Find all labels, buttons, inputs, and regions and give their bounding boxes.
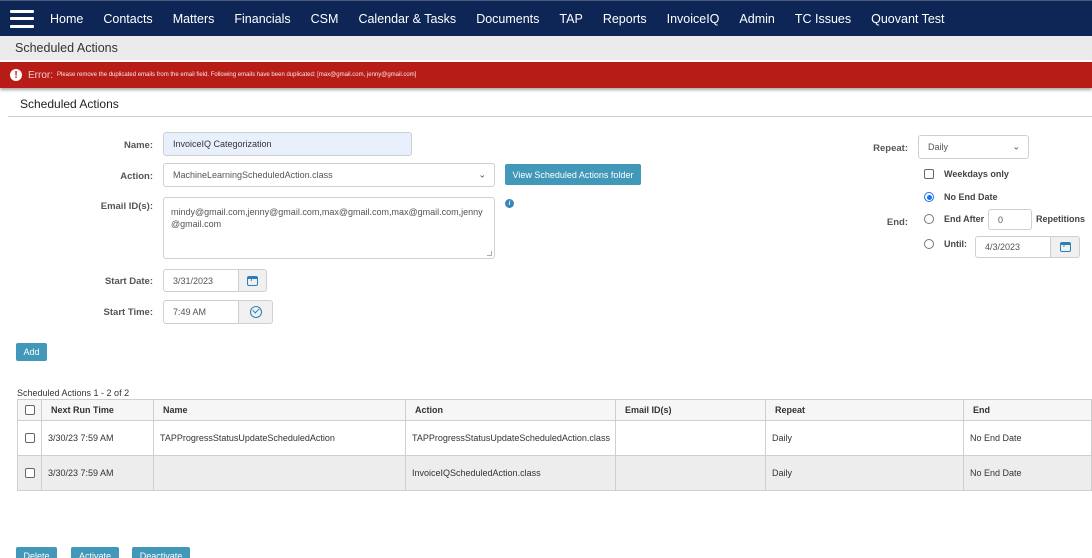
column-header-end[interactable]: End [963, 399, 1092, 421]
start-time-picker-button[interactable] [239, 300, 273, 324]
nav-csm[interactable]: CSM [311, 12, 339, 26]
scheduled-actions-table: Next Run Time Name Action Email ID(s) Re… [17, 399, 1092, 491]
activate-button[interactable]: Activate [71, 547, 119, 558]
column-header-email-ids[interactable]: Email ID(s) [615, 399, 766, 421]
table-caption: Scheduled Actions 1 - 2 of 2 [17, 388, 130, 398]
breadcrumb: Scheduled Actions [0, 36, 1092, 60]
column-header-action[interactable]: Action [405, 399, 616, 421]
repeat-select[interactable]: Daily ⌄ [918, 135, 1029, 159]
end-label: End: [886, 217, 908, 228]
column-header-repeat[interactable]: Repeat [765, 399, 964, 421]
cell-end: No End Date [963, 455, 1092, 491]
table-row[interactable]: 3/30/23 7:59 AM InvoiceIQScheduledAction… [17, 455, 1092, 491]
error-message: Please remove the duplicated emails from… [57, 72, 417, 78]
calendar-icon [1059, 242, 1071, 252]
nav-financials[interactable]: Financials [234, 12, 290, 26]
nav-quovant-test[interactable]: Quovant Test [871, 12, 944, 26]
no-end-date-radio[interactable] [924, 192, 934, 202]
select-all-checkbox[interactable] [24, 405, 35, 416]
top-nav: Home Contacts Matters Financials CSM Cal… [0, 0, 1092, 36]
weekdays-only-checkbox[interactable] [924, 169, 934, 179]
add-button[interactable]: Add [16, 343, 47, 361]
until-radio[interactable] [924, 239, 934, 249]
repetitions-label: Repetitions [1036, 214, 1086, 224]
email-textarea[interactable]: mindy@gmail.com,jenny@gmail.com,max@gmai… [163, 197, 495, 259]
repeat-select-value: Daily [928, 142, 949, 152]
cell-repeat: Daily [765, 420, 964, 456]
start-date-picker-button[interactable] [239, 269, 267, 292]
cell-name: TAPProgressStatusUpdateScheduledAction [153, 420, 406, 456]
resize-handle[interactable] [487, 251, 492, 256]
action-label: Action: [120, 171, 153, 182]
table-header-row: Next Run Time Name Action Email ID(s) Re… [17, 399, 1092, 421]
exclamation-circle-icon: ! [10, 69, 22, 81]
table-row[interactable]: 3/30/23 7:59 AM TAPProgressStatusUpdateS… [17, 420, 1092, 456]
error-banner: ! Error: Please remove the duplicated em… [0, 62, 1092, 88]
nav-admin[interactable]: Admin [739, 12, 774, 26]
email-label: Email ID(s): [100, 201, 153, 212]
name-label: Name: [123, 140, 153, 151]
nav-matters[interactable]: Matters [173, 12, 215, 26]
chevron-down-icon: ⌄ [1012, 141, 1020, 152]
breadcrumb-label: Scheduled Actions [15, 41, 118, 55]
clock-check-icon [249, 306, 262, 318]
nav-reports[interactable]: Reports [603, 12, 647, 26]
cell-action: InvoiceIQScheduledAction.class [405, 455, 616, 491]
row-select-cell [17, 420, 42, 456]
cell-next-run-time: 3/30/23 7:59 AM [41, 420, 154, 456]
nav-invoiceiq[interactable]: InvoiceIQ [667, 12, 720, 26]
nav-home[interactable]: Home [50, 12, 83, 26]
cell-repeat: Daily [765, 455, 964, 491]
action-select-value: MachineLearningScheduledAction.class [173, 170, 333, 180]
select-all-cell [17, 399, 42, 421]
until-date-picker-button[interactable] [1051, 236, 1080, 258]
nav-calendar-tasks[interactable]: Calendar & Tasks [358, 12, 456, 26]
view-scheduled-actions-folder-button[interactable]: View Scheduled Actions folder [505, 164, 641, 185]
end-after-radio[interactable] [924, 214, 934, 224]
start-time-label: Start Time: [103, 307, 153, 318]
cell-action: TAPProgressStatusUpdateScheduledAction.c… [405, 420, 616, 456]
start-time-input[interactable]: 7:49 AM [163, 300, 239, 324]
name-input[interactable]: InvoiceIQ Categorization [163, 132, 412, 156]
row-checkbox[interactable] [24, 433, 35, 444]
repeat-label: Repeat: [873, 143, 908, 154]
nav-contacts[interactable]: Contacts [103, 12, 152, 26]
end-after-input[interactable]: 0 [988, 209, 1032, 230]
until-label: Until: [944, 239, 967, 249]
until-date-input[interactable]: 4/3/2023 [975, 236, 1051, 258]
info-icon[interactable]: i [505, 199, 514, 208]
email-textarea-value: mindy@gmail.com,jenny@gmail.com,max@gmai… [171, 207, 483, 229]
section-divider [8, 116, 1092, 117]
weekdays-only-label: Weekdays only [944, 169, 1009, 179]
nav-tc-issues[interactable]: TC Issues [795, 12, 851, 26]
start-date-label: Start Date: [104, 276, 153, 287]
section-title: Scheduled Actions [20, 97, 119, 111]
start-date-input[interactable]: 3/31/2023 [163, 269, 239, 292]
hamburger-menu-icon[interactable] [10, 9, 34, 28]
nav-documents[interactable]: Documents [476, 12, 539, 26]
row-select-cell [17, 455, 42, 491]
nav-tap[interactable]: TAP [559, 12, 582, 26]
delete-button[interactable]: Delete [16, 547, 57, 558]
error-label: Error: [28, 69, 53, 81]
action-select[interactable]: MachineLearningScheduledAction.class ⌄ [163, 163, 495, 187]
cell-name [153, 455, 406, 491]
cell-email-ids [615, 420, 766, 456]
chevron-down-icon: ⌄ [478, 169, 486, 180]
deactivate-button[interactable]: Deactivate [132, 547, 190, 558]
cell-email-ids [615, 455, 766, 491]
calendar-icon [247, 275, 258, 286]
no-end-date-label: No End Date [944, 192, 998, 202]
column-header-next-run-time[interactable]: Next Run Time [41, 399, 154, 421]
column-header-name[interactable]: Name [153, 399, 406, 421]
cell-next-run-time: 3/30/23 7:59 AM [41, 455, 154, 491]
row-checkbox[interactable] [24, 468, 35, 479]
cell-end: No End Date [963, 420, 1092, 456]
end-after-label: End After [944, 214, 985, 224]
